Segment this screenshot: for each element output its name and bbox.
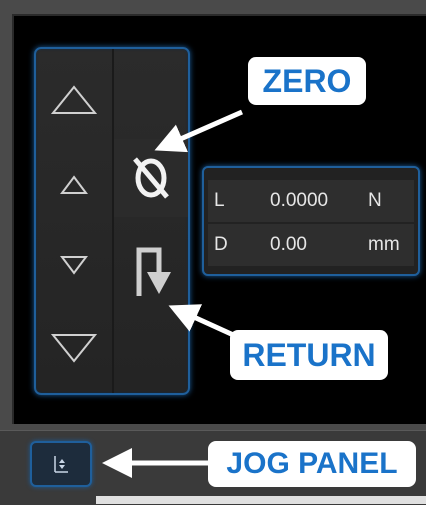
- jog-panel-callout: JOG PANEL: [208, 441, 416, 487]
- return-callout: RETURN: [230, 330, 388, 380]
- zero-callout: ZERO: [248, 57, 366, 105]
- zero-callout-arrow: [154, 109, 244, 153]
